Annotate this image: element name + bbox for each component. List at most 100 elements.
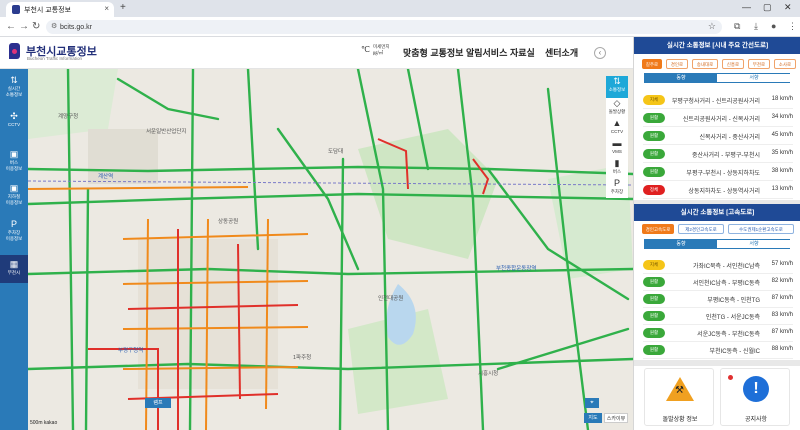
tool-label: VMS bbox=[612, 149, 622, 154]
arterial-row[interactable]: 원활 신복사거리 - 중산사거리 45 km/h bbox=[643, 128, 793, 145]
menu-kebab-icon[interactable]: ⋮ bbox=[788, 21, 797, 32]
chip-arterial-2[interactable]: 송내대로 bbox=[692, 59, 718, 69]
map-label: 시흥시청 bbox=[478, 371, 499, 377]
arterial-direction-toggle: 동향 서향 bbox=[644, 73, 790, 83]
sidenav-label: CCTV bbox=[7, 122, 21, 127]
sidenav-item-city[interactable]: ▦ 부천시 bbox=[0, 255, 28, 283]
speed-value: 38 km/h bbox=[771, 168, 793, 174]
status-badge: 원활 bbox=[643, 277, 665, 287]
city-icon: ▦ bbox=[9, 259, 19, 269]
arterial-panel-title: 실시간 소통정보 [시내 주요 간선도로] bbox=[634, 37, 800, 54]
browser-tab[interactable]: 부천시 교통정보 × bbox=[6, 2, 114, 17]
sidenav-item-parking[interactable]: P 주차장 이용정보 bbox=[0, 219, 28, 251]
updown-arrow-icon: ⇅ bbox=[10, 75, 18, 85]
chip-arterial-1[interactable]: 경인로 bbox=[666, 59, 688, 69]
location-pin-button[interactable]: ⌖ bbox=[585, 398, 599, 408]
map-brand: kakao bbox=[43, 420, 58, 426]
tool-bus[interactable]: ▮ 버스 bbox=[606, 158, 628, 178]
chip-highway-2[interactable]: 수도권제1순환고속도로 bbox=[728, 224, 794, 234]
collapse-panel-icon[interactable]: ‹ bbox=[594, 47, 606, 59]
chip-arterial-5[interactable]: 소사로 bbox=[774, 59, 796, 69]
address-bar: ← → ↻ ⚙ bcits.go.kr ☆ ⧉ ⤓ ● ⋮ bbox=[0, 17, 800, 37]
speed-value: 18 km/h bbox=[771, 96, 793, 102]
direction-west[interactable]: 서향 bbox=[718, 240, 790, 248]
close-tab-icon[interactable]: × bbox=[104, 4, 109, 13]
menu-archive[interactable]: 자료실 bbox=[510, 46, 535, 59]
highway-row[interactable]: 원활 서운JC동측 - 부천IC동측 87 km/h bbox=[643, 325, 793, 342]
extensions-icon[interactable]: ⧉ bbox=[734, 21, 740, 32]
direction-east[interactable]: 동향 bbox=[645, 240, 717, 248]
tool-cctv[interactable]: ▲ CCTV bbox=[606, 118, 628, 138]
bus-stop-icon: ▮ bbox=[614, 158, 620, 168]
tool-vms[interactable]: ▬ VMS bbox=[606, 138, 628, 158]
incident-info-card[interactable]: ⚒ 돌발상황 정보 bbox=[644, 368, 714, 426]
chip-arterial-3[interactable]: 신흥로 bbox=[722, 59, 744, 69]
tool-traffic[interactable]: ⇅ 소통정보 bbox=[606, 76, 628, 98]
highway-row[interactable]: 원활 서인천IC남측 - 부평IC동측 82 km/h bbox=[643, 274, 793, 291]
menu-center-intro[interactable]: 센터소개 bbox=[545, 46, 578, 59]
map-label: 인천대공원 bbox=[378, 296, 404, 302]
forward-icon[interactable]: → bbox=[19, 21, 29, 32]
site-logo-subtitle: Bucheon Traffic Information bbox=[27, 56, 82, 61]
direction-west[interactable]: 서향 bbox=[718, 74, 790, 82]
panel-divider bbox=[634, 360, 800, 366]
speed-value: 82 km/h bbox=[771, 278, 793, 284]
sidenav-label: 소통정보 bbox=[5, 91, 23, 97]
sidenav-label: 이용정보 bbox=[5, 199, 23, 205]
download-icon[interactable]: ⤓ bbox=[754, 21, 758, 32]
arterial-row[interactable]: 정체 상동지하차도 - 상동역사거리 13 km/h bbox=[643, 182, 793, 199]
skyview-button[interactable]: 스카이뷰 bbox=[604, 413, 628, 423]
ramp-button[interactable]: 램프 bbox=[145, 398, 171, 408]
highway-row[interactable]: 원활 인천TG - 서운JC동측 83 km/h bbox=[643, 308, 793, 325]
highway-row[interactable]: 지체 가좌IC북측 - 서인천IC남측 57 km/h bbox=[643, 257, 793, 274]
highway-direction-toggle: 동향 서향 bbox=[644, 239, 790, 249]
highway-row[interactable]: 원활 부천IC동측 - 신월IC 88 km/h bbox=[643, 342, 793, 359]
menu-alert-service[interactable]: 맞춤형 교통정보 알림서비스 bbox=[403, 46, 507, 59]
chip-arterial-4[interactable]: 부천로 bbox=[748, 59, 770, 69]
sidenav-item-bus[interactable]: ▣ 버스 이용정보 bbox=[0, 149, 28, 181]
new-tab-icon[interactable]: + bbox=[120, 2, 126, 13]
road-segment: 부평구-부천시 - 상동지하차도 bbox=[686, 171, 760, 177]
exclamation-icon: ! bbox=[743, 376, 769, 402]
bucheon-logo-icon[interactable] bbox=[9, 43, 20, 59]
arterial-row[interactable]: 원활 부평구-부천시 - 상동지하차도 38 km/h bbox=[643, 164, 793, 181]
status-badge: 원활 bbox=[643, 294, 665, 304]
road-segment: 인천TG - 서운JC동측 bbox=[705, 315, 760, 321]
card-label: 돌발상황 정보 bbox=[662, 417, 698, 423]
maximize-icon[interactable]: ▢ bbox=[763, 2, 772, 13]
direction-east[interactable]: 동향 bbox=[645, 74, 717, 82]
arterial-row[interactable]: 지체 부평구청사거리 - 신트리공원사거리 18 km/h bbox=[643, 92, 793, 109]
parking-icon: P bbox=[613, 178, 620, 188]
reload-icon[interactable]: ↻ bbox=[32, 21, 40, 32]
profile-icon[interactable]: ● bbox=[771, 21, 776, 31]
incident-icon: ◇ bbox=[613, 98, 621, 108]
tool-label: 소통정보 bbox=[608, 87, 626, 92]
site-info-icon[interactable]: ⚙ bbox=[51, 22, 57, 30]
speed-value: 87 km/h bbox=[771, 329, 793, 335]
chip-highway-0[interactable]: 경인고속도로 bbox=[642, 224, 674, 234]
traffic-map[interactable]: 계양구청 계산역 부평구청역 서운일반산업단지 도담대 인천대공원 1파주청 시… bbox=[28, 69, 633, 430]
minimize-icon[interactable]: — bbox=[742, 2, 751, 12]
bookmark-star-icon[interactable]: ☆ bbox=[708, 21, 716, 32]
back-icon[interactable]: ← bbox=[6, 21, 16, 32]
highway-row[interactable]: 원활 부평IC동측 - 인천TG 87 km/h bbox=[643, 291, 793, 308]
url-field[interactable]: ⚙ bcits.go.kr ☆ bbox=[46, 20, 722, 34]
sidenav-item-subway[interactable]: ▣ 지하철 이용정보 bbox=[0, 183, 28, 215]
arterial-row[interactable]: 원활 중산사거리 - 부평구-부천시 35 km/h bbox=[643, 146, 793, 163]
map-canvas[interactable] bbox=[28, 69, 633, 430]
tool-incident[interactable]: ◇ 돌발상황 bbox=[606, 98, 628, 118]
speed-value: 87 km/h bbox=[771, 295, 793, 301]
arterial-row[interactable]: 원활 신트리공원사거리 - 신복사거리 34 km/h bbox=[643, 110, 793, 127]
road-segment: 신트리공원사거리 - 신복사거리 bbox=[682, 117, 760, 123]
tool-parking[interactable]: P 주차장 bbox=[606, 178, 628, 198]
sidenav-item-cctv[interactable]: ✣ CCTV bbox=[0, 111, 28, 141]
map-view-button[interactable]: 지도 bbox=[584, 413, 602, 423]
chip-arterial-0[interactable]: 길주로 bbox=[642, 59, 662, 69]
window-close-icon[interactable]: ✕ bbox=[784, 2, 792, 13]
sidenav-item-traffic[interactable]: ⇅ 실시간 소통정보 bbox=[0, 75, 28, 109]
scale-text: 500m bbox=[30, 420, 43, 426]
chip-highway-1[interactable]: 제2경인고속도로 bbox=[678, 224, 724, 234]
road-segment: 가좌IC북측 - 서인천IC남측 bbox=[692, 264, 760, 270]
notice-card[interactable]: ! 공지사항 bbox=[720, 368, 790, 426]
speed-value: 45 km/h bbox=[771, 132, 793, 138]
